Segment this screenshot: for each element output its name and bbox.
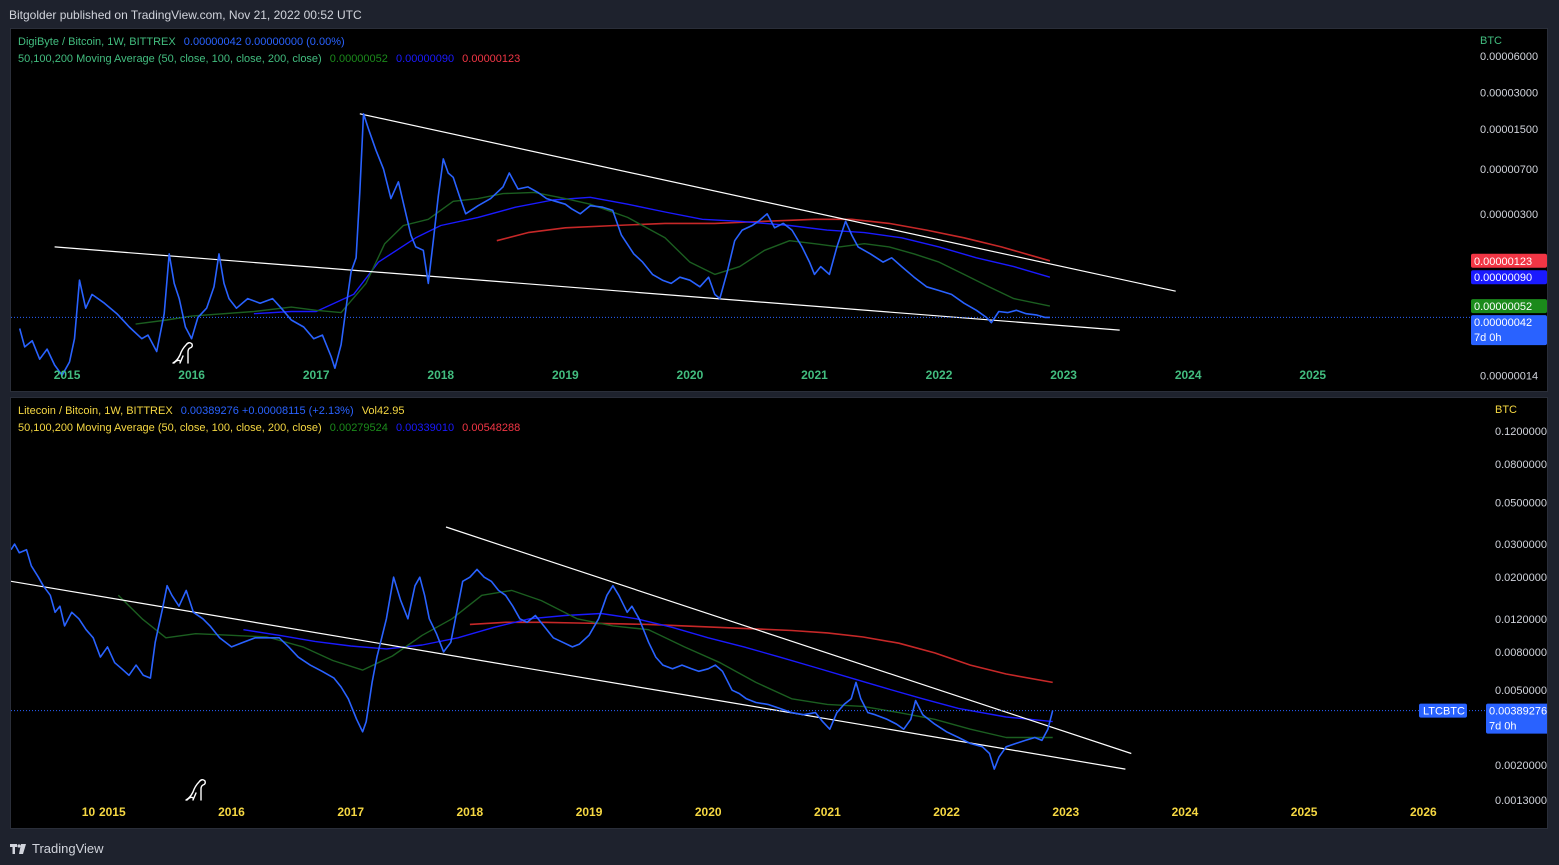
price-tag-countdown: 7d 0h (1489, 721, 1517, 733)
y-tick-label: 0.00001500 (1480, 124, 1538, 136)
x-tick-label: 2025 (1299, 368, 1326, 382)
x-tick-label: 10 (82, 805, 96, 819)
x-tick-label: 2021 (814, 805, 841, 819)
x-tick-label: 2022 (933, 805, 960, 819)
y-tick-label: 0.00000700 (1480, 164, 1538, 176)
legend-ma100-value: 0.00000090 (395, 53, 455, 65)
y-tick-label: 0.00006000 (1480, 51, 1538, 63)
series-line-price (18, 113, 1050, 377)
legend-ma50-value: 0.00000052 (329, 53, 388, 65)
price-tag-label: 0.00000052 (1474, 301, 1532, 313)
x-tick-label: 2015 (54, 368, 81, 382)
footer-bar (0, 833, 1559, 865)
x-tick-label: 2022 (926, 368, 953, 382)
x-tick-label: 2017 (303, 368, 330, 382)
x-tick-label: 2018 (457, 805, 484, 819)
legend-ohlc: 0.00000042 0.00000000 (0.00%) (183, 36, 345, 48)
y-tick-label: 0.00130000 (1495, 795, 1548, 807)
y-tick-label: 0.01200000 (1495, 614, 1548, 626)
legend-ohlc: 0.00389276 +0.00008115 (+2.13%) (180, 405, 354, 417)
price-tag-label: 0.00000123 (1474, 256, 1532, 268)
x-tick-label: 2026 (1410, 805, 1437, 819)
x-tick-label: 2016 (178, 368, 205, 382)
legend-ma100-value: 0.00339010 (395, 422, 455, 434)
legend-ma-row: 50,100,200 Moving Average (50, close, 10… (18, 422, 525, 434)
y-tick-label: 0.02000000 (1495, 572, 1548, 584)
y-tick-label: 0.00800000 (1495, 647, 1548, 659)
y-tick-label: 0.12000000 (1495, 426, 1548, 438)
legend-vol-value: 42.95 (376, 405, 405, 417)
chart-svg-dgbbtc[interactable]: 2015 2016 2017 2018 2019 2020 2021 2022 2023 2024… (11, 29, 1548, 392)
y-tick-label: 0.00200000 (1495, 760, 1548, 772)
x-tick-label: 2021 (801, 368, 828, 382)
legend-ma200-value: 0.00548288 (462, 422, 521, 434)
series-line-ma100 (253, 196, 1051, 315)
axis-currency-label: BTC (1480, 35, 1502, 47)
x-tick-label: 2020 (677, 368, 704, 382)
price-tag-label: 0.00389276 (1489, 706, 1547, 718)
series-line-ma50 (135, 191, 1051, 325)
legend-ma200-value: 0.00000123 (462, 53, 521, 65)
tradingview-logo-icon (10, 843, 26, 854)
price-tag-label: 0.00000090 (1474, 272, 1532, 284)
x-tick-label: 2015 (99, 805, 126, 819)
y-tick-label: 0.00500000 (1495, 685, 1548, 697)
x-tick-label: 2018 (427, 368, 454, 382)
y-tick-label: 0.05000000 (1495, 497, 1548, 509)
y-tick-label: 0.03000000 (1495, 539, 1548, 551)
x-tick-label: 2019 (552, 368, 579, 382)
watermark-dino-icon (185, 779, 206, 801)
y-tick-label: 0.00000300 (1480, 209, 1538, 221)
footer-brand: TradingView (32, 841, 104, 856)
publisher-bar: Bitgolder published on TradingView.com, … (0, 0, 1559, 27)
legend-ma-label[interactable]: 50,100,200 Moving Average (50, close, 10… (18, 53, 322, 65)
x-tick-label: 2023 (1052, 805, 1079, 819)
y-tick-label: 0.00003000 (1480, 87, 1538, 99)
series-line-trend (11, 580, 1126, 770)
publisher-text: Bitgolder published on TradingView.com, … (9, 8, 362, 22)
x-tick-label: 2024 (1172, 805, 1199, 819)
chart-svg-ltcbtc[interactable]: 10 2015 2016 2017 2018 2019 2020 2021 2022 2023 20… (11, 398, 1548, 829)
legend-ma-label[interactable]: 50,100,200 Moving Average (50, close, 10… (18, 422, 322, 434)
price-tag-label: 0.00000042 (1474, 317, 1532, 329)
x-tick-label: 2023 (1050, 368, 1077, 382)
x-tick-label: 2020 (695, 805, 722, 819)
tradingview-logo[interactable]: TradingView (10, 841, 104, 856)
legend-ma50-value: 0.00279524 (329, 422, 388, 434)
x-tick-label: 2024 (1175, 368, 1202, 382)
symbol-tag-label: LTCBTC (1423, 706, 1465, 718)
legend-symbol[interactable]: DigiByte / Bitcoin, 1W, BITTREX (18, 36, 176, 48)
x-tick-label: 2016 (218, 805, 245, 819)
series-line-trend (445, 526, 1132, 755)
watermark-dino-icon (172, 342, 193, 364)
axis-currency-label: BTC (1495, 404, 1517, 416)
chart-pane-dgbbtc[interactable]: 2015 2016 2017 2018 2019 2020 2021 2022 2023 2024… (10, 28, 1548, 392)
legend-symbol-row: Litecoin / Bitcoin, 1W, BITTREX 0.003892… (18, 405, 410, 417)
legend-ma-row: 50,100,200 Moving Average (50, close, 10… (18, 53, 525, 65)
y-tick-label: 0.00000014 (1480, 370, 1538, 382)
legend-symbol-row: DigiByte / Bitcoin, 1W, BITTREX 0.000000… (18, 36, 350, 48)
x-tick-label: 2019 (576, 805, 603, 819)
x-tick-label: 2017 (337, 805, 364, 819)
price-tag-countdown: 7d 0h (1474, 332, 1502, 344)
chart-pane-ltcbtc[interactable]: 10 2015 2016 2017 2018 2019 2020 2021 2022 2023 20… (10, 397, 1548, 829)
series-line-price (11, 543, 1054, 770)
x-tick-label: 2025 (1291, 805, 1318, 819)
legend-vol-label: Vol (361, 405, 377, 417)
legend-symbol[interactable]: Litecoin / Bitcoin, 1W, BITTREX (18, 405, 173, 417)
y-tick-label: 0.08000000 (1495, 459, 1548, 471)
